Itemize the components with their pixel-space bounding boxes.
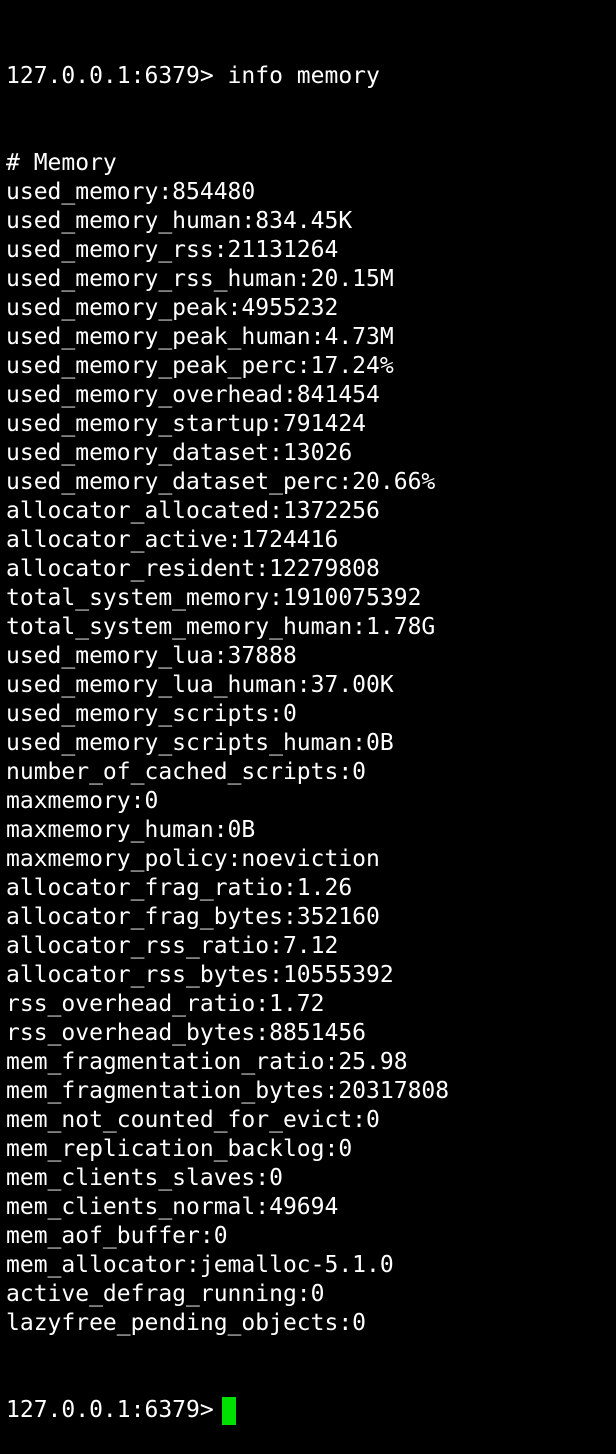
prompt-line[interactable]: 127.0.0.1:6379> [6,1396,616,1425]
output-line: mem_replication_backlog:0 [6,1136,353,1162]
output-line: mem_allocator:jemalloc-5.1.0 [6,1252,394,1278]
output-line: total_system_memory:1910075392 [6,585,422,611]
output-line: used_memory_scripts:0 [6,701,297,727]
output-line: allocator_resident:12279808 [6,556,380,582]
text-cursor [221,1396,236,1425]
output-line: used_memory_dataset:13026 [6,440,353,466]
output-line: allocator_frag_bytes:352160 [6,904,380,930]
command-line: 127.0.0.1:6379> info memory [6,63,380,89]
output-line: rss_overhead_bytes:8851456 [6,1020,367,1046]
output-line: lazyfree_pending_objects:0 [6,1310,367,1336]
output-line: maxmemory_human:0B [6,817,256,843]
output-line: used_memory_peak_human:4.73M [6,324,394,350]
section-header: # Memory [6,150,117,176]
output-line: mem_aof_buffer:0 [6,1223,228,1249]
output-line: maxmemory_policy:noeviction [6,846,380,872]
output-line: allocator_frag_ratio:1.26 [6,875,353,901]
output-line: rss_overhead_ratio:1.72 [6,991,325,1017]
output-line: mem_not_counted_for_evict:0 [6,1107,380,1133]
output-line: used_memory_rss:21131264 [6,237,339,263]
output-line: allocator_rss_ratio:7.12 [6,933,339,959]
output-line: used_memory_peak:4955232 [6,295,339,321]
output-line: used_memory_lua_human:37.00K [6,672,394,698]
output-line: used_memory_lua:37888 [6,643,297,669]
output-line: used_memory_dataset_perc:20.66% [6,469,436,495]
output-line: active_defrag_running:0 [6,1281,325,1307]
output-line: mem_fragmentation_bytes:20317808 [6,1078,450,1104]
output-line: used_memory_overhead:841454 [6,382,380,408]
output-line: used_memory_human:834.45K [6,208,353,234]
output-line: used_memory:854480 [6,179,256,205]
output-line: allocator_rss_bytes:10555392 [6,962,394,988]
output-lines: # Memory used_memory:854480 used_memory_hu… [6,149,616,1338]
output-line: mem_clients_normal:49694 [6,1194,339,1220]
terminal-window[interactable]: 127.0.0.1:6379> info memory # Memory used… [0,0,616,1425]
output-line: used_memory_peak_perc:17.24% [6,353,394,379]
output-line: maxmemory:0 [6,788,159,814]
output-line: mem_clients_slaves:0 [6,1165,283,1191]
output-line: mem_fragmentation_ratio:25.98 [6,1049,408,1075]
output-line: total_system_memory_human:1.78G [6,614,436,640]
output-line: number_of_cached_scripts:0 [6,759,367,785]
output-line: used_memory_startup:791424 [6,411,367,437]
prompt-text: 127.0.0.1:6379> [6,1397,214,1423]
output-line: allocator_allocated:1372256 [6,498,380,524]
output-line: used_memory_rss_human:20.15M [6,266,394,292]
output-line: used_memory_scripts_human:0B [6,730,394,756]
output-line: allocator_active:1724416 [6,527,339,553]
